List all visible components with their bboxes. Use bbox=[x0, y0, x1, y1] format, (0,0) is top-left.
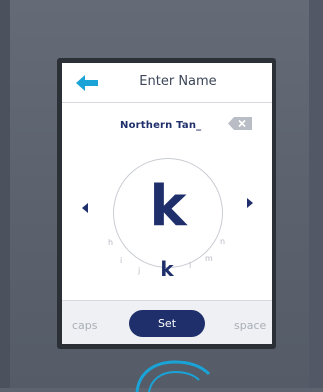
ring-letter-h: h bbox=[108, 238, 114, 247]
set-button[interactable]: Set bbox=[129, 310, 205, 337]
ring-letter-n: n bbox=[220, 237, 226, 246]
selected-letter: k bbox=[149, 174, 187, 239]
dial-knob-icon[interactable] bbox=[131, 358, 211, 392]
ring-letter-j: j bbox=[138, 266, 141, 275]
screen: Enter Name Northern Tan_ k h i j l m n k… bbox=[62, 63, 272, 344]
device-body: Enter Name Northern Tan_ k h i j l m n k… bbox=[0, 0, 323, 392]
current-letter: k bbox=[160, 257, 174, 281]
chevron-right-icon[interactable] bbox=[247, 198, 253, 208]
ring-letter-m: m bbox=[205, 254, 213, 263]
caps-button[interactable]: caps bbox=[72, 319, 98, 332]
space-button[interactable]: space bbox=[234, 319, 266, 332]
header-bar: Enter Name bbox=[62, 63, 272, 103]
chevron-left-icon[interactable] bbox=[82, 203, 88, 213]
ring-letter-l: l bbox=[189, 261, 192, 270]
ring-letter-i: i bbox=[120, 256, 123, 265]
device-bezel-right bbox=[309, 0, 323, 388]
name-entry-value: Northern Tan_ bbox=[120, 120, 202, 131]
device-bezel-left bbox=[0, 0, 10, 388]
backspace-icon[interactable] bbox=[228, 117, 252, 130]
page-title: Enter Name bbox=[139, 74, 217, 89]
